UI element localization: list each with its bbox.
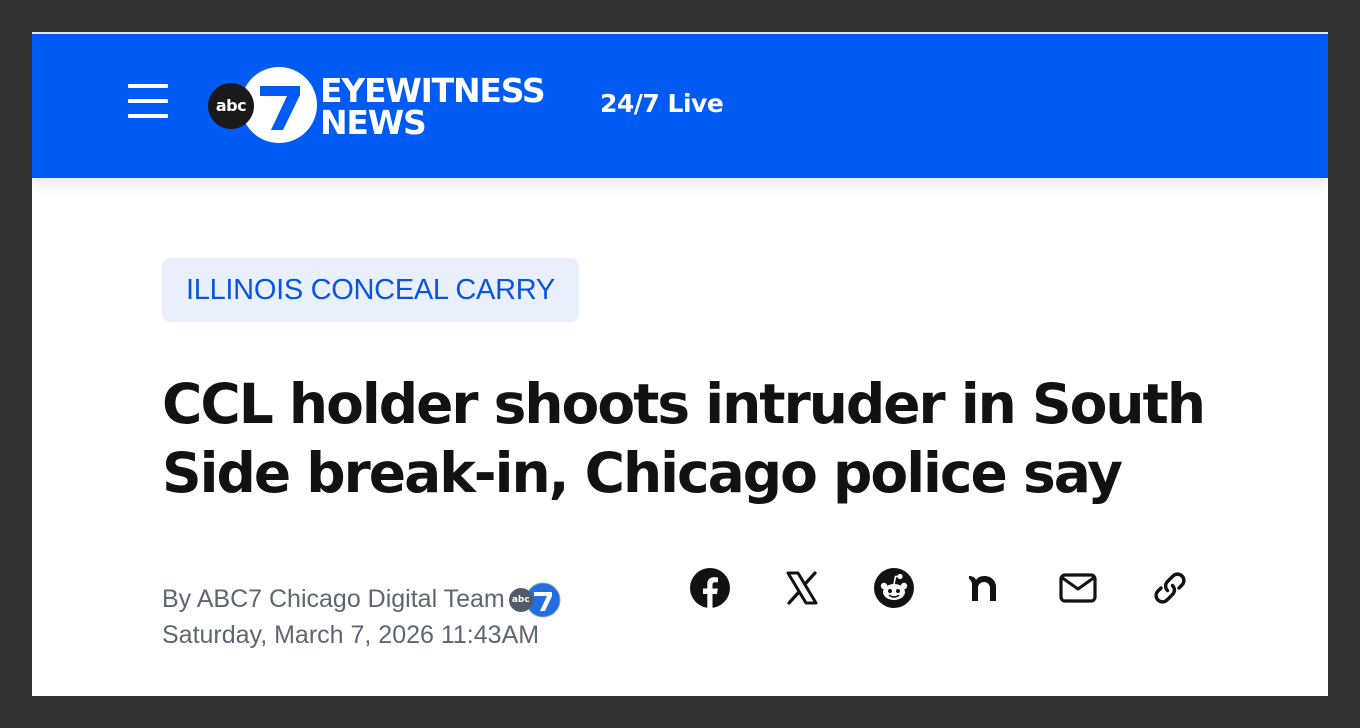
email-icon[interactable] [1054,564,1102,612]
byline-author[interactable]: By ABC7 Chicago Digital Team [162,581,505,617]
logo-text-news: NEWS [320,103,427,142]
publish-date: Saturday, March 7, 2026 11:43AM [162,621,540,649]
article-byline: By ABC7 Chicago Digital Team 7 abc Satur… [162,581,565,653]
hamburger-menu-icon[interactable] [126,82,170,120]
nextdoor-icon[interactable] [962,564,1010,612]
abc-logo-circle: abc [208,83,254,129]
article-headline: CCL holder shoots intruder in South Side… [162,372,1206,505]
live-stream-link[interactable]: 24/7 Live [600,89,724,118]
topic-tag[interactable]: ILLINOIS CONCEAL CARRY [162,258,579,322]
x-icon[interactable] [778,564,826,612]
facebook-icon[interactable] [686,564,734,612]
mini-abc-logo: abc [508,588,533,612]
site-header: 7 abc EYEWITNESS NEWS 24/7 Live [32,34,1328,178]
menu-bar [128,114,168,118]
menu-bar [128,99,168,103]
menu-bar [128,84,168,88]
copy-link-icon[interactable] [1146,564,1194,612]
author-logo: 7 abc [508,581,565,618]
abc7-eyewitness-news-logo[interactable]: 7 abc EYEWITNESS NEWS [208,64,568,146]
reddit-icon[interactable] [870,564,918,612]
page-frame: 7 abc EYEWITNESS NEWS 24/7 Live ILLINOIS… [32,32,1328,696]
